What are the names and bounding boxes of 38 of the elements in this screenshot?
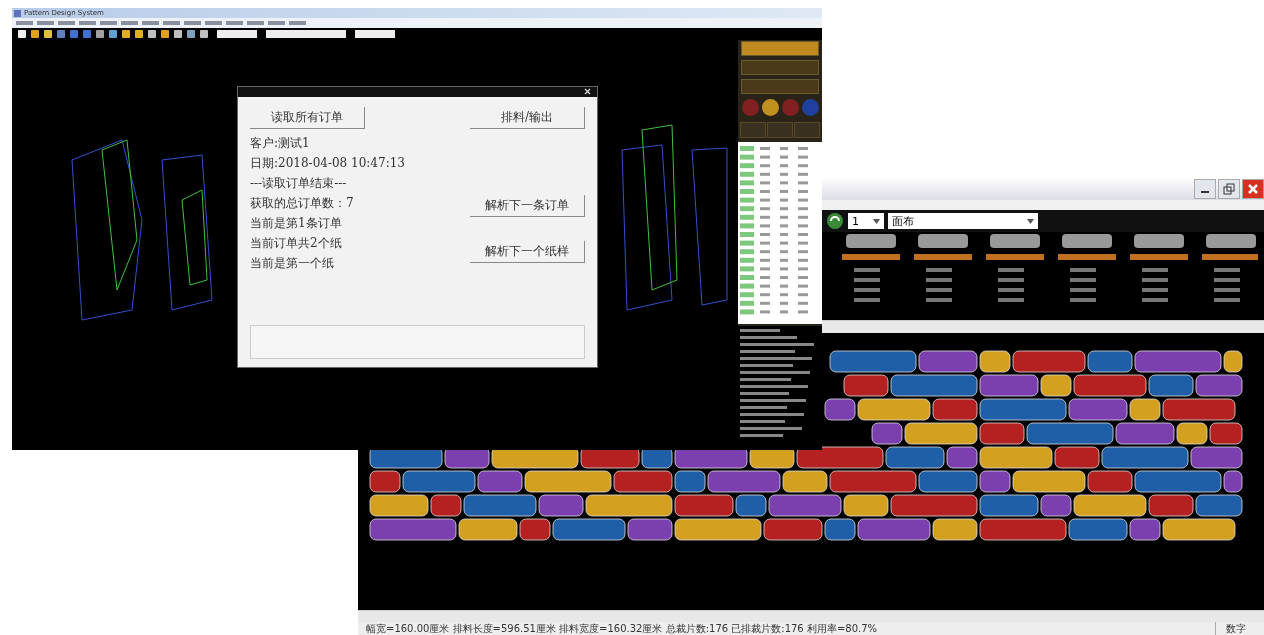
info-text: 客户:测试1 <box>250 135 311 151</box>
info-text: 获取的总订单数：7 <box>250 195 355 211</box>
dropdown[interactable] <box>355 30 395 38</box>
close-icon <box>1247 183 1259 195</box>
caret-icon <box>873 218 880 224</box>
message-field[interactable] <box>250 325 585 359</box>
restore-button[interactable] <box>1218 179 1240 199</box>
status-mode: 数字 <box>1215 621 1256 635</box>
info-text: 当前是第1条订单 <box>250 215 343 231</box>
mode-button[interactable] <box>741 60 819 75</box>
dialog-button[interactable]: 解析下一个纸样 <box>470 241 585 263</box>
horizontal-scrollbar[interactable] <box>358 610 1264 622</box>
status-text: 幅宽=160.00厘米 排料长度=596.51厘米 排料宽度=160.32厘米 总裁片数:176 已排裁片数:176 利用率=80.7% <box>366 621 878 635</box>
dialog-button[interactable]: 读取所有订单 <box>250 107 365 129</box>
dropdown[interactable]: 面布 <box>888 213 1038 229</box>
minimize-button[interactable] <box>1194 179 1216 199</box>
dialog-button[interactable]: 解析下一条订单 <box>470 195 585 217</box>
restore-icon <box>1223 183 1235 195</box>
dialog-button[interactable]: 排料/输出 <box>470 107 585 129</box>
minimize-icon <box>1201 191 1209 193</box>
mode-button[interactable] <box>741 41 819 56</box>
panel-button[interactable] <box>740 122 767 138</box>
info-text: 当前订单共2个纸 <box>250 235 343 251</box>
panel-button[interactable] <box>793 122 820 138</box>
info-text: 当前是第一个纸 <box>250 255 335 271</box>
info-text: 日期:2018-04-08 10:47:13 <box>250 155 405 171</box>
dropdown[interactable] <box>266 30 346 38</box>
close-icon[interactable] <box>584 88 591 95</box>
mode-button[interactable] <box>741 79 819 94</box>
refresh-icon[interactable] <box>826 212 844 230</box>
dropdown[interactable] <box>217 30 257 38</box>
app-icon <box>14 9 21 17</box>
round-button[interactable] <box>761 99 779 116</box>
dropdown[interactable]: 1 <box>848 213 884 229</box>
close-button[interactable] <box>1242 179 1264 199</box>
info-text: ---读取订单结束--- <box>250 175 348 191</box>
panel-button[interactable] <box>767 122 793 138</box>
caret-icon <box>1027 218 1034 224</box>
